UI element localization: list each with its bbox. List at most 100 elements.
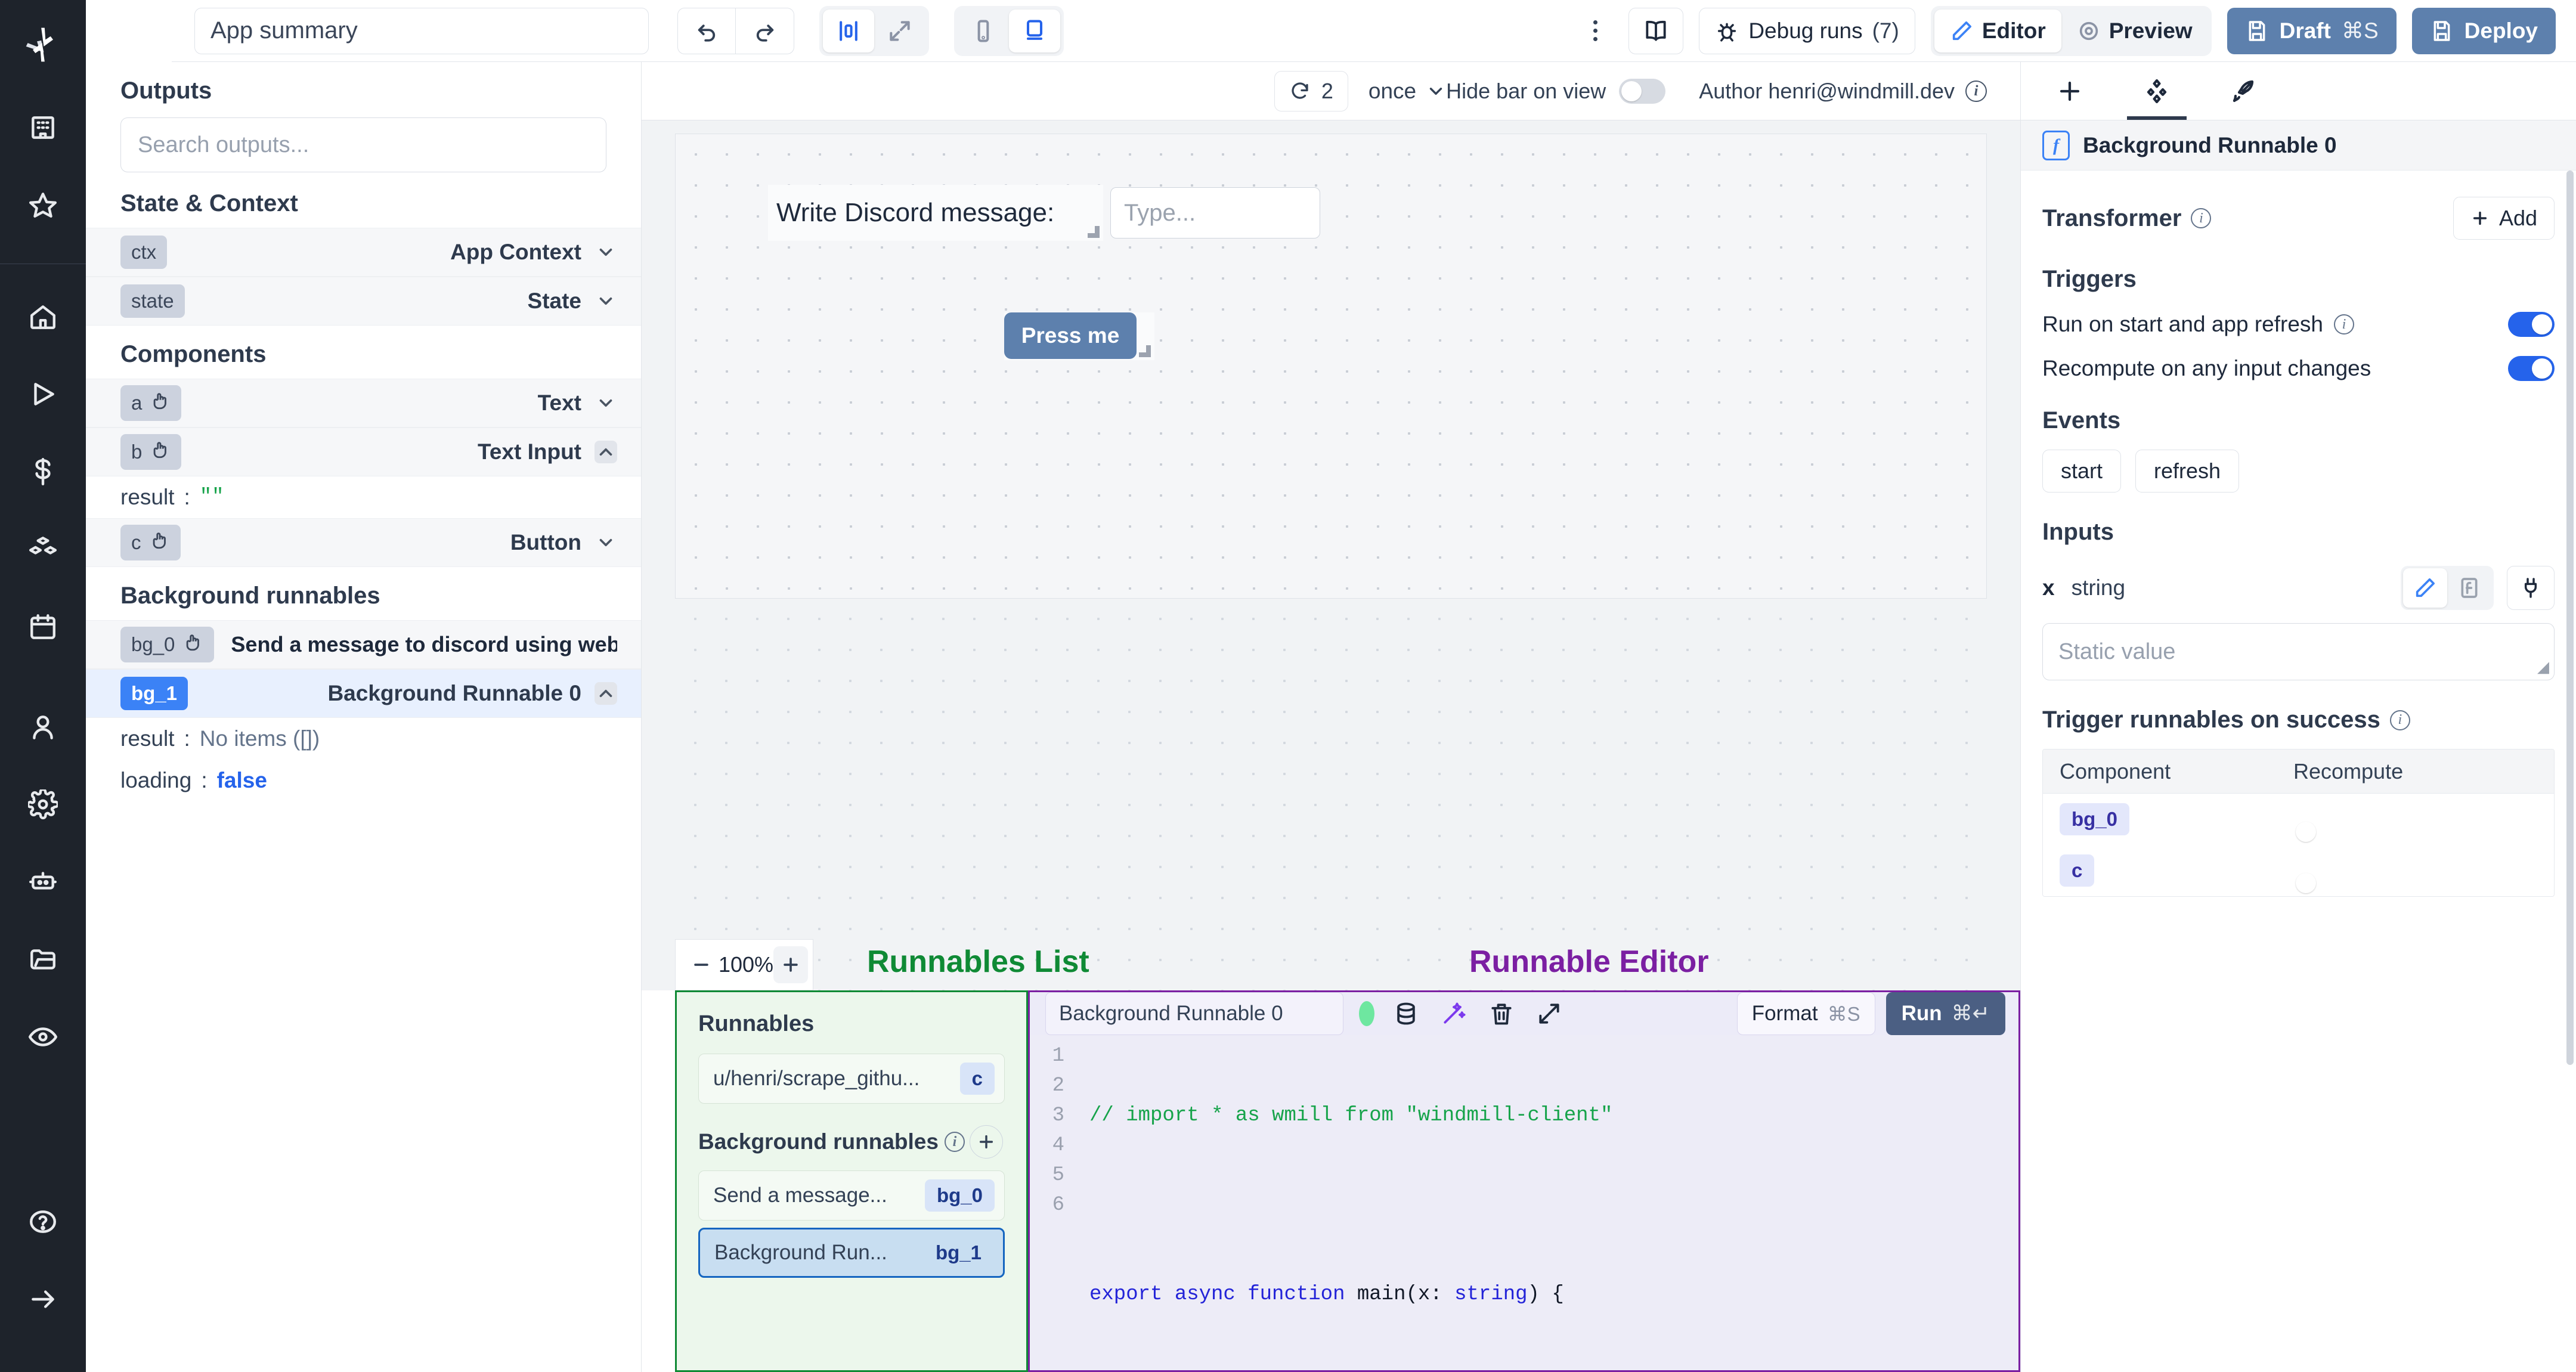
tab-styling[interactable] <box>2209 63 2278 120</box>
rail-icon-resources[interactable] <box>14 521 72 578</box>
panel-scrollbar[interactable] <box>2566 171 2574 1065</box>
database-button[interactable] <box>1390 998 1422 1030</box>
output-row-ctx[interactable]: ctx App Context <box>86 228 641 277</box>
add-transformer-button[interactable]: Add <box>2453 197 2555 240</box>
device-toggle-group <box>954 5 1064 56</box>
format-button[interactable]: Format ⌘S <box>1736 992 1875 1035</box>
debug-runs-button[interactable]: Debug runs (7) <box>1699 7 1915 54</box>
connect-button[interactable] <box>2507 566 2555 610</box>
redo-button[interactable] <box>736 7 794 54</box>
press-me-button[interactable]: Press me <box>1004 312 1137 359</box>
rail-icon-home[interactable] <box>14 288 72 345</box>
windmill-logo[interactable] <box>16 18 70 72</box>
docs-button[interactable] <box>1628 7 1684 54</box>
add-bg-runnable-button[interactable] <box>969 1125 1003 1159</box>
search-outputs-input[interactable] <box>120 117 606 172</box>
mobile-view-button[interactable] <box>958 10 1009 52</box>
more-options-button[interactable] <box>1577 13 1613 49</box>
info-icon[interactable]: i <box>2389 710 2410 730</box>
rail-icon-eye[interactable] <box>14 1008 72 1066</box>
resize-handle[interactable] <box>1139 345 1151 357</box>
editor-mode-button[interactable]: Editor <box>1934 9 2061 52</box>
bg-runnable-tag: bg_0 <box>924 1179 995 1212</box>
resize-grip-icon[interactable]: ◢ <box>2537 658 2549 676</box>
run-button[interactable]: Run ⌘↵ <box>1885 992 2005 1035</box>
input-row-x: x string <box>2042 566 2555 610</box>
ai-assist-button[interactable] <box>1438 998 1470 1030</box>
zoom-in-button[interactable] <box>773 946 808 983</box>
bg-desc-bg0: Send a message to discord using webhoo <box>231 632 617 656</box>
rail-icon-star[interactable] <box>14 176 72 234</box>
bg-runnable-item-bg0[interactable]: Send a message... bg_0 <box>698 1170 1005 1221</box>
events-section: Events <box>2042 407 2555 434</box>
chevron-down-icon[interactable] <box>595 290 617 312</box>
canvas-text-input[interactable]: Type... <box>1110 187 1320 239</box>
desktop-view-button[interactable] <box>1009 9 1060 52</box>
output-row-state[interactable]: state State <box>86 277 641 326</box>
run-on-start-toggle[interactable] <box>2508 312 2555 337</box>
event-chip-start[interactable]: start <box>2042 450 2122 493</box>
info-icon[interactable]: i <box>2334 314 2355 335</box>
app-title-input[interactable] <box>194 7 649 54</box>
static-value-input[interactable]: Static value ◢ <box>2042 623 2555 680</box>
rail-icon-worker[interactable] <box>14 853 72 910</box>
code-editor[interactable]: 1 2 3 4 5 6 // import * as wmill from "w… <box>1030 1035 2018 1370</box>
component-row-c[interactable]: c Button <box>86 518 641 567</box>
bg1-result: result : No items ([]) <box>120 726 320 751</box>
info-icon[interactable]: i <box>2191 208 2212 228</box>
expression-mode-button[interactable] <box>2447 568 2491 608</box>
zoom-out-button[interactable] <box>684 946 719 983</box>
tab-component-settings[interactable] <box>2122 63 2191 120</box>
recompute-inputs-toggle[interactable] <box>2508 356 2555 381</box>
tab-add-component[interactable] <box>2035 63 2104 120</box>
component-row-a[interactable]: a Text <box>86 379 641 428</box>
info-icon[interactable]: i <box>1965 80 1987 102</box>
bg-runnable-item-bg1[interactable]: Background Run... bg_1 <box>698 1228 1005 1278</box>
app-canvas[interactable]: Write Discord message: Type... Press me … <box>642 120 2020 990</box>
canvas-text-component[interactable]: Write Discord message: <box>768 185 1103 241</box>
component-row-b[interactable]: b Text Input <box>86 428 641 476</box>
draft-button[interactable]: Draft ⌘S <box>2227 7 2397 54</box>
static-mode-button[interactable] <box>2403 568 2447 608</box>
undo-button[interactable] <box>677 7 736 54</box>
chevron-down-icon[interactable] <box>595 241 617 264</box>
chevron-down-icon[interactable] <box>595 392 617 414</box>
rail-icon-schedules[interactable] <box>14 598 72 655</box>
chevron-up-icon[interactable] <box>595 441 617 463</box>
center-align-button[interactable] <box>823 9 874 52</box>
fullscreen-button[interactable] <box>874 10 925 52</box>
trigger-recompute-inputs[interactable]: Recompute on any input changes <box>2042 356 2555 381</box>
rail-icon-expand-rail[interactable] <box>14 1271 72 1328</box>
transformer-title: Transformer <box>2042 205 2182 231</box>
rail-icon-billing[interactable] <box>14 443 72 500</box>
resize-handle[interactable] <box>1088 226 1100 238</box>
chevron-down-icon[interactable] <box>595 531 617 554</box>
trigger-run-on-start[interactable]: Run on start and app refresh i <box>2042 312 2555 337</box>
delete-button[interactable] <box>1485 998 1518 1030</box>
info-icon[interactable]: i <box>944 1132 965 1152</box>
hide-bar-label: Hide bar on view <box>1446 78 1606 103</box>
bg-row-bg1[interactable]: bg_1 Background Runnable 0 <box>86 669 641 718</box>
rail-icon-settings[interactable] <box>14 776 72 833</box>
chevron-up-icon[interactable] <box>595 682 617 705</box>
redo-icon <box>756 24 773 42</box>
deploy-button[interactable]: Deploy <box>2411 7 2556 54</box>
refresh-count-button[interactable]: 2 <box>1274 70 1348 112</box>
rail-icon-runs[interactable] <box>14 366 72 423</box>
runnable-item-c[interactable]: u/henri/scrape_githu... c <box>698 1054 1005 1104</box>
hide-bar-on-view[interactable]: Hide bar on view <box>1446 78 1666 104</box>
rail-icon-workspace[interactable] <box>14 99 72 156</box>
expand-editor-button[interactable] <box>1533 998 1565 1030</box>
frequency-dropdown[interactable]: once <box>1368 79 1446 104</box>
input-mode-group <box>2401 566 2494 610</box>
preview-mode-button[interactable]: Preview <box>2061 10 2208 52</box>
runnable-name-input[interactable]: Background Runnable 0 <box>1045 992 1343 1035</box>
bg-row-bg0[interactable]: bg_0 Send a message to discord using web… <box>86 620 641 669</box>
settings-header: f Background Runnable 0 <box>2021 120 2576 171</box>
rail-icon-user[interactable] <box>14 698 72 755</box>
rail-icon-folder[interactable] <box>14 931 72 988</box>
rail-icon-help[interactable] <box>14 1193 72 1250</box>
code-content[interactable]: // import * as wmill from "windmill-clie… <box>1074 1041 2018 1370</box>
hide-bar-toggle[interactable] <box>1619 78 1666 104</box>
event-chip-refresh[interactable]: refresh <box>2135 450 2240 493</box>
